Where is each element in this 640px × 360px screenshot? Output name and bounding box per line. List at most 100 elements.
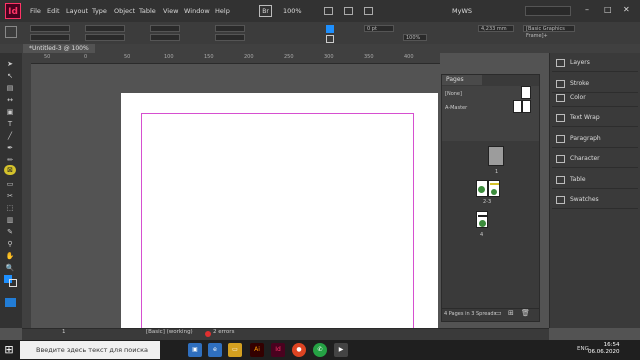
delete-page-icon[interactable]: 🗑 (521, 309, 530, 317)
content-collector-icon[interactable]: ▣ (4, 107, 16, 117)
hand-tool-icon[interactable]: ✋ (4, 251, 16, 261)
search-stock-field[interactable] (525, 6, 571, 16)
dock-layers-label: Layers (570, 59, 590, 66)
maximize-icon[interactable]: □ (604, 5, 612, 14)
workspace-switcher[interactable]: MyWS (452, 7, 472, 15)
ruler-tick: 350 (364, 54, 374, 60)
indesign-icon[interactable]: Id (271, 343, 285, 357)
gap-tool-icon[interactable]: ↔ (4, 95, 16, 105)
height-field[interactable] (85, 34, 125, 41)
view-options-icon[interactable] (324, 7, 333, 15)
chrome-icon[interactable]: ● (292, 343, 306, 357)
page-2-thumb[interactable] (476, 180, 488, 197)
stroke-icon (556, 79, 565, 88)
free-transform-tool-icon[interactable]: ⬚ (4, 203, 16, 213)
direct-selection-tool-icon[interactable]: ↖ (4, 71, 16, 81)
scale-y-field[interactable] (150, 34, 180, 41)
stroke-swatch[interactable] (326, 35, 334, 43)
page-3-thumb[interactable] (488, 180, 500, 197)
type-tool-icon[interactable]: T (4, 119, 16, 129)
page-4-label: 4 (480, 232, 484, 238)
explorer-icon[interactable]: ▭ (228, 343, 242, 357)
note-tool-icon[interactable]: ✎ (4, 227, 16, 237)
fill-swatch[interactable] (326, 25, 334, 33)
page-1-thumb[interactable] (488, 146, 504, 166)
status-bar (22, 328, 549, 340)
rectangle-tool-icon[interactable]: ▭ (4, 179, 16, 189)
menu-edit[interactable]: Edit (47, 7, 60, 15)
clock-time: 16:54 (603, 342, 620, 348)
ruler-tick: 50 (124, 54, 131, 60)
dock-color[interactable]: Color (552, 89, 638, 107)
y-position-field[interactable] (30, 34, 70, 41)
pencil-tool-icon[interactable]: ✏ (4, 155, 16, 165)
dock-swatches[interactable]: Swatches (552, 191, 638, 209)
master-a-left-thumb[interactable] (513, 100, 522, 113)
page-4-thumb[interactable] (476, 211, 488, 228)
x-position-field[interactable] (30, 25, 70, 32)
master-none[interactable]: [None] (445, 91, 462, 97)
arrange-documents-icon[interactable] (364, 7, 373, 15)
scale-x-field[interactable] (150, 25, 180, 32)
pen-tool-icon[interactable]: ✒ (4, 143, 16, 153)
menu-table[interactable]: Table (139, 7, 156, 15)
menu-file[interactable]: File (30, 7, 41, 15)
illustrator-icon[interactable]: Ai (250, 343, 264, 357)
whatsapp-icon[interactable]: ✆ (313, 343, 327, 357)
rotation-field[interactable] (215, 25, 245, 32)
dock-character[interactable]: Character (552, 150, 638, 168)
tools-panel: ➤ ↖ ▤ ↔ ▣ T ╱ ✒ ✏ ⊠ ▭ ✂ ⬚ ▥ ✎ ⚲ ✋ 🔍 (0, 53, 23, 328)
stroke-weight-field[interactable]: 0 pt (364, 25, 394, 32)
eyedropper-tool-icon[interactable]: ⚲ (4, 239, 16, 249)
menu-window[interactable]: Window (184, 7, 210, 15)
selection-tool-icon[interactable]: ➤ (4, 59, 16, 69)
object-style-field[interactable]: [Basic Graphics Frame]+ (523, 25, 575, 39)
task-view-icon[interactable]: ▣ (188, 343, 202, 357)
system-clock[interactable]: 16:54 06.06.2020 (588, 342, 620, 356)
screen-mode-icon[interactable] (344, 7, 353, 15)
reference-point-icon[interactable] (5, 26, 17, 38)
opacity-field[interactable]: 100% (403, 34, 427, 41)
preflight-profile[interactable]: [Basic] (working) (146, 329, 193, 335)
master-none-thumb[interactable] (521, 86, 531, 99)
document-tab[interactable]: *Untitled-3 @ 100% (23, 44, 95, 53)
windows-start-icon[interactable]: ⊞ (2, 343, 16, 357)
bridge-icon[interactable]: Br (259, 5, 272, 17)
media-app-icon[interactable]: ▶ (334, 343, 348, 357)
frame-tool-icon[interactable]: ⊠ (4, 165, 16, 175)
shear-field[interactable] (215, 34, 245, 41)
gradient-tool-icon[interactable]: ▥ (4, 215, 16, 225)
edit-page-size-icon[interactable]: ▭ (495, 309, 502, 317)
dock-table[interactable]: Table (552, 171, 638, 189)
minimize-icon[interactable]: – (585, 5, 589, 14)
pages-count: 4 Pages in 3 Spreads (444, 311, 497, 317)
master-a-right-thumb[interactable] (522, 100, 531, 113)
edge-icon[interactable]: e (208, 343, 222, 357)
scissors-tool-icon[interactable]: ✂ (4, 191, 16, 201)
vertical-ruler (22, 63, 31, 328)
page-tool-icon[interactable]: ▤ (4, 83, 16, 93)
pages-panel-tab[interactable]: Pages (442, 75, 482, 85)
line-tool-icon[interactable]: ╱ (4, 131, 16, 141)
new-page-icon[interactable]: ⊞ (508, 309, 514, 317)
menu-type[interactable]: Type (92, 7, 107, 15)
menu-help[interactable]: Help (215, 7, 230, 15)
zoom-tool-icon[interactable]: 🔍 (4, 263, 16, 273)
menu-object[interactable]: Object (114, 7, 135, 15)
dock-layers[interactable]: Layers (552, 54, 638, 72)
screen-mode-tool-icon[interactable] (5, 298, 16, 307)
zoom-level[interactable]: 100% (283, 7, 302, 15)
dock-paragraph[interactable]: Paragraph (552, 130, 638, 148)
taskbar-search[interactable]: Введите здесь текст для поиска (20, 341, 160, 359)
dock-text-wrap[interactable]: Text Wrap (552, 109, 638, 127)
master-a[interactable]: A-Master (445, 105, 467, 111)
ruler-tick: 300 (324, 54, 334, 60)
width-field[interactable] (85, 25, 125, 32)
preflight-errors[interactable]: 2 errors (213, 329, 234, 335)
stroke-color-icon[interactable] (9, 279, 17, 287)
page-number-field[interactable]: 1 (62, 329, 66, 335)
menu-layout[interactable]: Layout (66, 7, 88, 15)
menu-view[interactable]: View (163, 7, 178, 15)
width-value-field[interactable]: 4,233 mm (478, 25, 514, 32)
close-icon[interactable]: ✕ (623, 5, 630, 14)
